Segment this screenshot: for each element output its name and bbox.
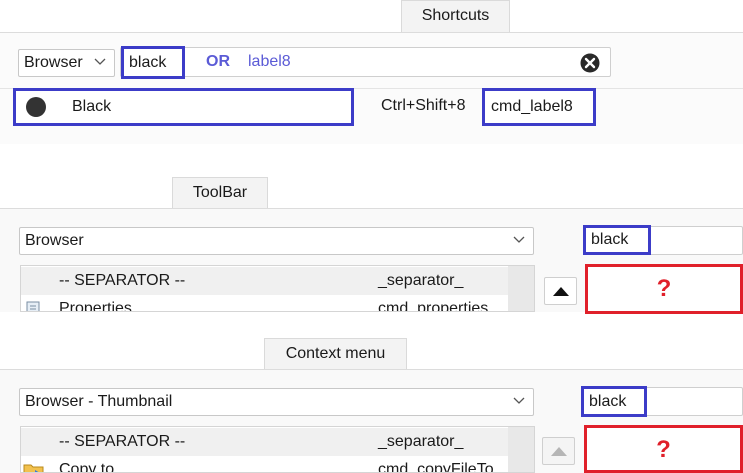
search-extra-term-label: label8: [248, 53, 291, 70]
search-operator-label: OR: [206, 53, 230, 70]
list-item[interactable]: -- SEPARATOR -- _separator_: [21, 428, 534, 456]
tab-context-menu-label: Context menu: [285, 345, 386, 362]
list-item[interactable]: Properties cmd_properties: [21, 295, 534, 312]
context-menu-context-select-value: Browser - Thumbnail: [25, 393, 173, 410]
list-item-command: _separator_: [378, 272, 464, 289]
arrow-up-icon: [551, 447, 567, 456]
move-up-button[interactable]: [544, 277, 577, 305]
shortcuts-search-value: black: [129, 54, 167, 71]
tab-shortcuts[interactable]: Shortcuts: [401, 0, 510, 33]
toolbar-context-select[interactable]: Browser: [19, 227, 534, 255]
context-menu-command-list: -- SEPARATOR -- _separator_ Copy to... c…: [20, 426, 535, 473]
shortcuts-search-field[interactable]: [120, 47, 611, 77]
list-item-name: Copy to...: [59, 461, 128, 473]
search-operator: OR: [206, 50, 230, 74]
tab-shortcuts-label: Shortcuts: [421, 7, 490, 24]
list-item[interactable]: Copy to... cmd_copyFileTo: [21, 456, 534, 473]
toolbar-command-list: -- SEPARATOR -- _separator_ Properties c…: [20, 265, 535, 312]
scrollbar[interactable]: [508, 266, 534, 311]
toolbar-context-select-value: Browser: [25, 232, 84, 249]
context-menu-unknown-slot: ?: [584, 425, 743, 473]
list-item-name: Properties: [59, 300, 132, 312]
black-circle-icon: [26, 97, 46, 117]
list-item-command: _separator_: [378, 433, 464, 450]
toolbar-search-input[interactable]: black: [583, 225, 651, 255]
list-item-command: cmd_copyFileTo: [378, 461, 494, 473]
clear-search-icon[interactable]: [580, 53, 600, 73]
context-menu-search-value: black: [589, 393, 627, 410]
properties-icon: [25, 301, 43, 311]
chevron-down-icon: [513, 228, 525, 254]
shortcut-result-command-cell[interactable]: cmd_label8: [482, 88, 596, 126]
search-extra-term: label8: [248, 50, 291, 74]
context-menu-unknown-slot-label: ?: [656, 436, 671, 463]
shortcut-result-name: Black: [72, 98, 112, 115]
folder-copy-icon: [23, 461, 45, 472]
shortcuts-context-select[interactable]: Browser: [18, 49, 115, 77]
context-menu-search-input[interactable]: black: [581, 386, 647, 417]
shortcut-result-keys: Ctrl+Shift+8: [381, 91, 465, 121]
toolbar-unknown-slot: ?: [585, 264, 743, 314]
tab-context-menu[interactable]: Context menu: [264, 338, 407, 370]
shortcuts-search-input[interactable]: black: [121, 46, 185, 79]
list-item-command: cmd_properties: [378, 300, 489, 312]
tab-toolbar-label: ToolBar: [192, 184, 248, 201]
shortcuts-context-select-value: Browser: [24, 54, 83, 71]
shortcut-result-keys-label: Ctrl+Shift+8: [381, 97, 466, 114]
list-item-name: -- SEPARATOR --: [59, 433, 186, 450]
list-item-name: -- SEPARATOR --: [59, 272, 186, 289]
toolbar-search-value: black: [591, 231, 629, 248]
arrow-up-icon: [553, 287, 569, 296]
list-item[interactable]: -- SEPARATOR -- _separator_: [21, 267, 534, 295]
shortcut-result-name-cell[interactable]: Black: [13, 88, 354, 126]
chevron-down-icon: [513, 389, 525, 415]
chevron-down-icon: [94, 50, 106, 76]
context-menu-context-select[interactable]: Browser - Thumbnail: [19, 388, 534, 416]
tab-toolbar[interactable]: ToolBar: [172, 177, 268, 209]
move-up-button[interactable]: [542, 437, 575, 465]
scrollbar[interactable]: [508, 427, 534, 472]
toolbar-unknown-slot-label: ?: [656, 275, 672, 302]
shortcut-result-command: cmd_label8: [491, 98, 573, 115]
